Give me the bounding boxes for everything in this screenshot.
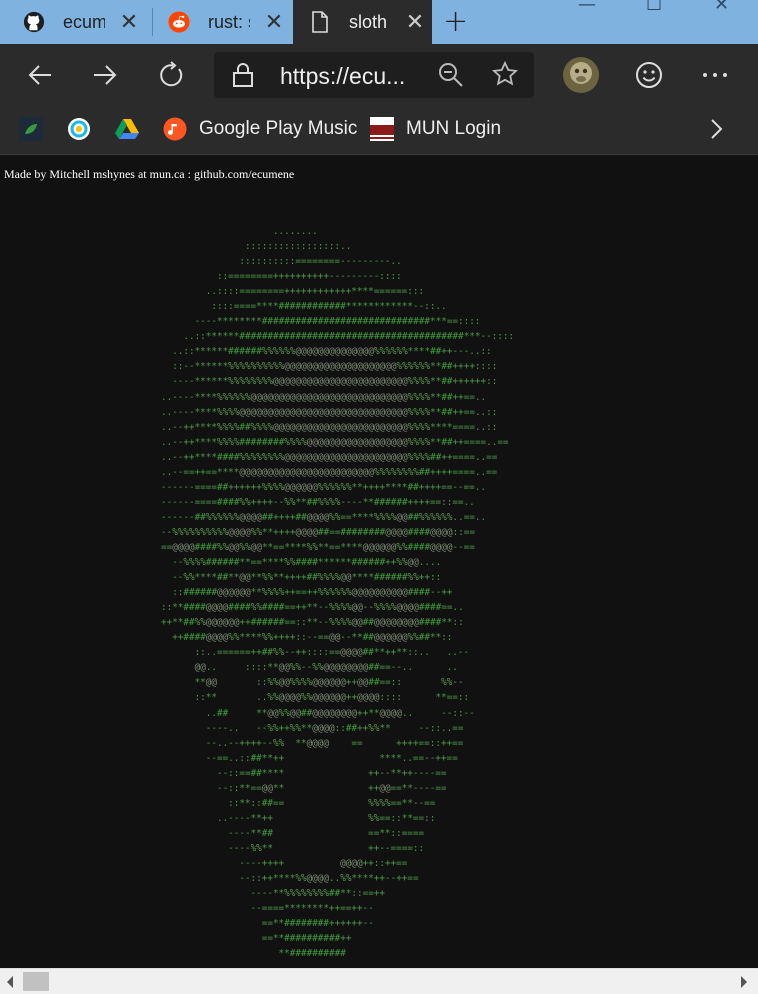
bookmark-google-play-music[interactable]: Google Play Music	[163, 114, 357, 144]
profile-avatar[interactable]	[562, 56, 600, 94]
mun-icon	[370, 117, 394, 141]
refresh-button[interactable]	[153, 57, 189, 93]
favorite-star-icon[interactable]	[491, 60, 519, 91]
more-menu-icon[interactable]	[697, 57, 733, 93]
favorites-bar: Google Play Music MUN Login	[0, 106, 758, 155]
tab-label: ecum	[63, 11, 105, 32]
close-tab-icon[interactable]: ✕	[264, 9, 284, 35]
forward-button[interactable]	[87, 57, 123, 93]
horizontal-scrollbar[interactable]	[0, 968, 758, 994]
circle-app-icon	[67, 117, 91, 141]
tab-label: rust: s	[208, 11, 250, 32]
scrollbar-thumb[interactable]	[23, 972, 49, 991]
scroll-right-arrow-icon[interactable]	[739, 974, 749, 993]
url-text: https://ecu...	[280, 63, 406, 89]
new-tab-button[interactable]: +	[443, 4, 468, 39]
credit-text: Made by Mitchell mshynes at mun.ca : git…	[4, 167, 295, 181]
address-bar[interactable]: https://ecu...	[214, 52, 534, 98]
minimize-icon[interactable]: —	[578, 0, 596, 15]
tab-strip: ecum ✕ rust: s ✕ sloth ✕ + — ☐ ✕	[0, 0, 758, 44]
reddit-icon	[168, 11, 190, 33]
feedback-smiley-icon[interactable]	[631, 57, 667, 93]
bookmark-label: MUN Login	[406, 118, 502, 139]
chevron-right-icon[interactable]	[706, 117, 726, 145]
back-button[interactable]	[22, 57, 58, 93]
leaf-icon	[19, 117, 43, 141]
page-icon	[309, 11, 331, 33]
tab-sloth[interactable]: sloth ✕	[293, 0, 432, 44]
bookmark-label: Google Play Music	[199, 118, 358, 139]
tab-reddit[interactable]: rust: s ✕	[153, 0, 293, 44]
close-tab-icon[interactable]: ✕	[119, 9, 139, 35]
google-drive-icon	[115, 117, 139, 141]
tab-github[interactable]: ecum ✕	[0, 0, 152, 44]
github-icon	[23, 11, 45, 33]
scroll-left-arrow-icon[interactable]	[5, 974, 15, 993]
bookmark-leaf[interactable]	[19, 114, 55, 144]
close-tab-icon[interactable]: ✕	[405, 9, 425, 35]
navigation-bar: https://ecu...	[0, 44, 758, 106]
close-window-icon[interactable]: ✕	[714, 0, 729, 15]
zoom-icon[interactable]	[438, 62, 464, 92]
play-music-icon	[163, 117, 187, 141]
tab-label: sloth	[349, 11, 388, 32]
lock-icon	[232, 62, 254, 92]
bookmark-circle-app[interactable]	[67, 114, 103, 144]
bookmark-mun-login[interactable]: MUN Login	[370, 114, 501, 144]
maximize-icon[interactable]: ☐	[646, 0, 662, 15]
ascii-sloth-art: ........ :::::::::::::::::.. ::::::::::=…	[161, 226, 515, 960]
bookmark-google-drive[interactable]	[115, 114, 151, 144]
